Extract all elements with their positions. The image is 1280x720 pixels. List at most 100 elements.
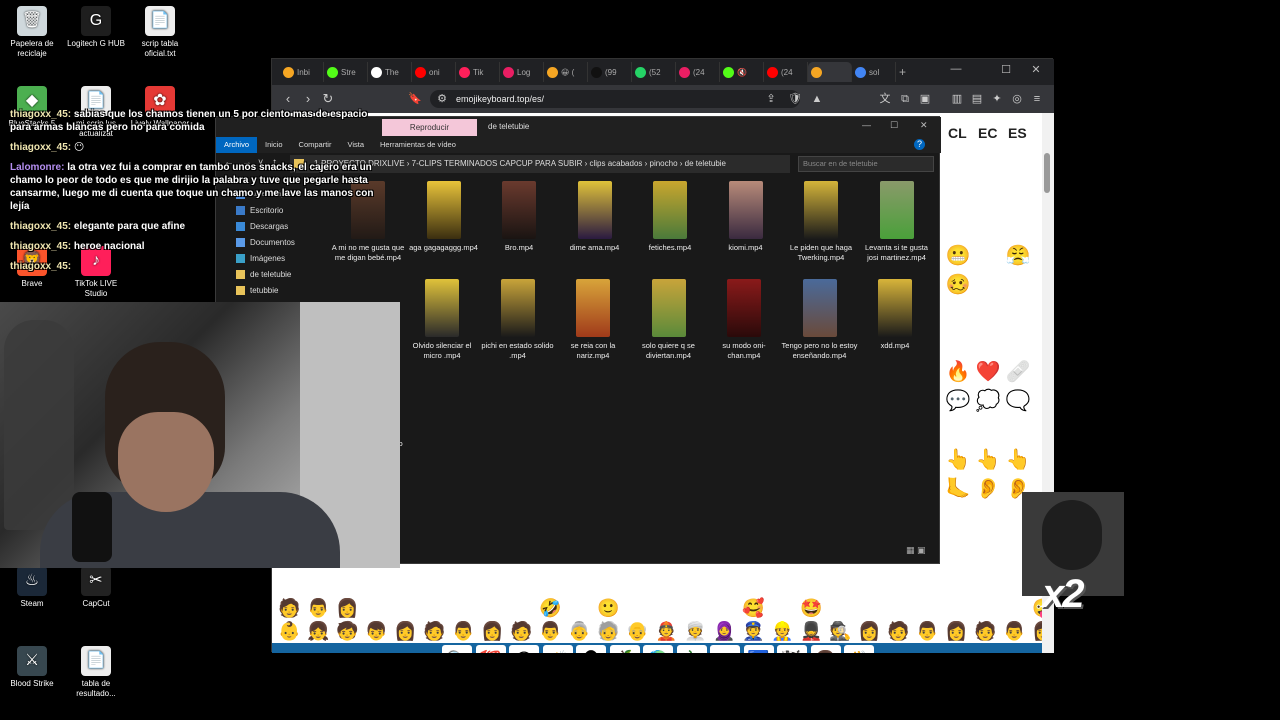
browser-tab[interactable]: (24 — [676, 62, 720, 82]
category-objects-icon[interactable]: 👓 — [710, 645, 740, 653]
video-file[interactable]: pichi en estado solido .mp4 — [480, 279, 556, 361]
emoji-cell[interactable]: 👩 — [945, 620, 967, 642]
emoji-cell[interactable]: 🦶 — [944, 475, 972, 503]
new-tab-button[interactable]: + — [896, 62, 940, 82]
emoji-cell[interactable]: 👨 — [916, 620, 938, 642]
emoji-cell[interactable]: 😢 — [974, 300, 1002, 328]
emoji-cell[interactable]: 😛 — [1004, 213, 1032, 241]
emoji-cell[interactable]: 👴 — [626, 620, 648, 642]
emoji-cell[interactable]: 🧕 — [713, 620, 735, 642]
emoji-cell[interactable]: 😄 — [423, 597, 442, 619]
brave-shield-icon[interactable]: 🛡 — [788, 92, 802, 106]
video-file[interactable]: solo quiere q se diviertan.mp4 — [631, 279, 707, 361]
category-monkey-icon[interactable]: 🐵 — [576, 645, 606, 653]
emoji-cell[interactable]: 😸 — [1004, 329, 1032, 357]
emoji-cell[interactable]: 🤩 — [800, 597, 822, 619]
emoji-cell[interactable]: 💬 — [944, 387, 972, 415]
emoji-cell[interactable]: 🧑 — [278, 597, 300, 619]
reproducir-tab[interactable]: Reproducir — [382, 119, 477, 136]
language-cl[interactable]: CL — [948, 125, 967, 141]
emoji-cell[interactable]: 😋 — [974, 213, 1002, 241]
category-100-icon[interactable]: 💯 — [475, 645, 506, 653]
emoji-cell[interactable]: 😎 — [974, 271, 1002, 299]
browser-tab[interactable]: 😀 ( — [544, 62, 588, 82]
emoji-cell[interactable]: 😟 — [944, 300, 972, 328]
desktop-icon-steam[interactable]: ♨ Steam — [0, 566, 64, 609]
browser-tab[interactable]: oni — [412, 62, 456, 82]
forward-icon[interactable]: › — [298, 91, 318, 106]
emoji-cell[interactable]: 😺 — [974, 329, 1002, 357]
close-button[interactable]: ✕ — [1024, 63, 1048, 76]
desktop-icon-tabla[interactable]: 📄 tabla de resultado... — [64, 646, 128, 699]
video-file[interactable]: Tengo pero no lo estoy enseñando.mp4 — [782, 279, 858, 361]
desktop-icon-scrip[interactable]: 📄 scrip tabla oficial.txt — [128, 6, 192, 59]
leo-icon[interactable]: ✦ — [990, 92, 1004, 106]
emoji-cell[interactable]: 🥰 — [742, 597, 764, 619]
video-file[interactable]: su modo oni-chan.mp4 — [706, 279, 782, 361]
video-file[interactable]: fetiches.mp4 — [632, 181, 708, 253]
video-file[interactable]: Levanta si te gusta josi martinez.mp4 — [859, 181, 935, 263]
category-travel-icon[interactable]: 🌍 — [643, 645, 673, 653]
browser-tab[interactable]: Log — [500, 62, 544, 82]
emoji-cell[interactable]: 👮 — [742, 620, 764, 642]
desktop-icon-bloodstrike[interactable]: ⚔ Blood Strike — [0, 646, 64, 689]
help-icon[interactable]: ? — [914, 139, 925, 150]
emoji-cell[interactable]: 😗 — [858, 597, 877, 619]
category-symbols-icon[interactable]: 🏧 — [743, 645, 774, 653]
category-flags-icon[interactable]: 🏁 — [777, 645, 807, 653]
emoji-cell[interactable]: 😤 — [1004, 242, 1032, 270]
emoji-cell[interactable]: 😛 — [974, 597, 993, 619]
emoji-cell[interactable]: 👩 — [394, 620, 416, 642]
desktop-icon-capcut[interactable]: ✂ CapCut — [64, 566, 128, 609]
emoji-cell[interactable]: 😯 — [974, 242, 1002, 270]
browser-tab[interactable] — [808, 62, 852, 82]
emoji-cell[interactable]: 🧑 — [423, 620, 445, 642]
explorer-search-input[interactable]: Buscar en de teletubie — [798, 156, 934, 172]
browser-tab[interactable]: Stre — [324, 62, 368, 82]
emoji-cell[interactable]: 🧑 — [510, 620, 532, 642]
emoji-cell[interactable]: 😘 — [829, 597, 848, 619]
translate-icon[interactable]: 文 — [878, 92, 892, 106]
emoji-cell[interactable]: 👨 — [539, 620, 561, 642]
nav-item[interactable]: tetubbie — [216, 283, 324, 299]
emoji-cell[interactable]: 👩 — [481, 620, 503, 642]
emoji-cell[interactable]: 👵 — [568, 620, 590, 642]
emoji-cell[interactable]: 👆 — [974, 446, 1002, 474]
emoji-cell[interactable]: 😚 — [887, 597, 906, 619]
emoji-cell[interactable]: 😇 — [713, 597, 732, 619]
emoji-cell[interactable]: 👆 — [1004, 446, 1032, 474]
browser-tab[interactable]: sol — [852, 62, 896, 82]
emoji-cell[interactable]: 😵 — [1004, 271, 1032, 299]
emoji-cell[interactable]: 😍 — [771, 597, 790, 619]
browser-tab[interactable]: (99 — [588, 62, 632, 82]
view-toggle-icons[interactable]: ▦ ▣ — [906, 545, 926, 556]
wallet-icon[interactable]: ▤ — [970, 92, 984, 106]
emoji-cell[interactable]: 🙃 — [626, 597, 645, 619]
emoji-cell[interactable]: 🙂 — [597, 597, 619, 619]
emoji-cell[interactable]: 😬 — [944, 242, 972, 270]
emoji-cell[interactable]: 😀 — [365, 597, 384, 619]
emoji-cell[interactable]: 👳 — [684, 620, 706, 642]
emoji-cell[interactable]: 👷 — [771, 620, 793, 642]
category-food-icon[interactable]: 🍎 — [609, 645, 640, 653]
share-icon[interactable]: ⇪ — [764, 92, 778, 106]
emoji-cell[interactable]: 🧓 — [597, 620, 619, 642]
emoji-cell[interactable]: 🧑 — [887, 620, 909, 642]
language-ec[interactable]: EC — [978, 125, 997, 141]
emoji-cell[interactable]: 🥴 — [944, 271, 972, 299]
emoji-cell[interactable]: 👦 — [365, 620, 387, 642]
emoji-cell[interactable]: 👶 — [278, 620, 300, 642]
video-file[interactable]: dime ama.mp4 — [557, 181, 633, 253]
emoji-cell[interactable]: 👲 — [655, 620, 677, 642]
emoji-cell[interactable]: 😜 — [1003, 597, 1022, 619]
emoji-cell[interactable]: 🗨️ — [1004, 387, 1032, 415]
category-smileys-icon[interactable]: 😀 — [509, 645, 539, 653]
emoji-cell[interactable]: 💭 — [974, 387, 1002, 415]
emoji-cell[interactable]: 😱 — [1004, 300, 1032, 328]
bookmark-icon[interactable]: 🔖 — [408, 92, 422, 106]
emoji-cell[interactable]: 🤪 — [1032, 597, 1042, 619]
video-file[interactable]: kiomi.mp4 — [708, 181, 784, 253]
emoji-cell[interactable]: 👧 — [307, 620, 329, 642]
menu-icon[interactable]: ≡ — [1030, 92, 1044, 106]
emoji-cell[interactable]: 🔥 — [944, 358, 972, 386]
